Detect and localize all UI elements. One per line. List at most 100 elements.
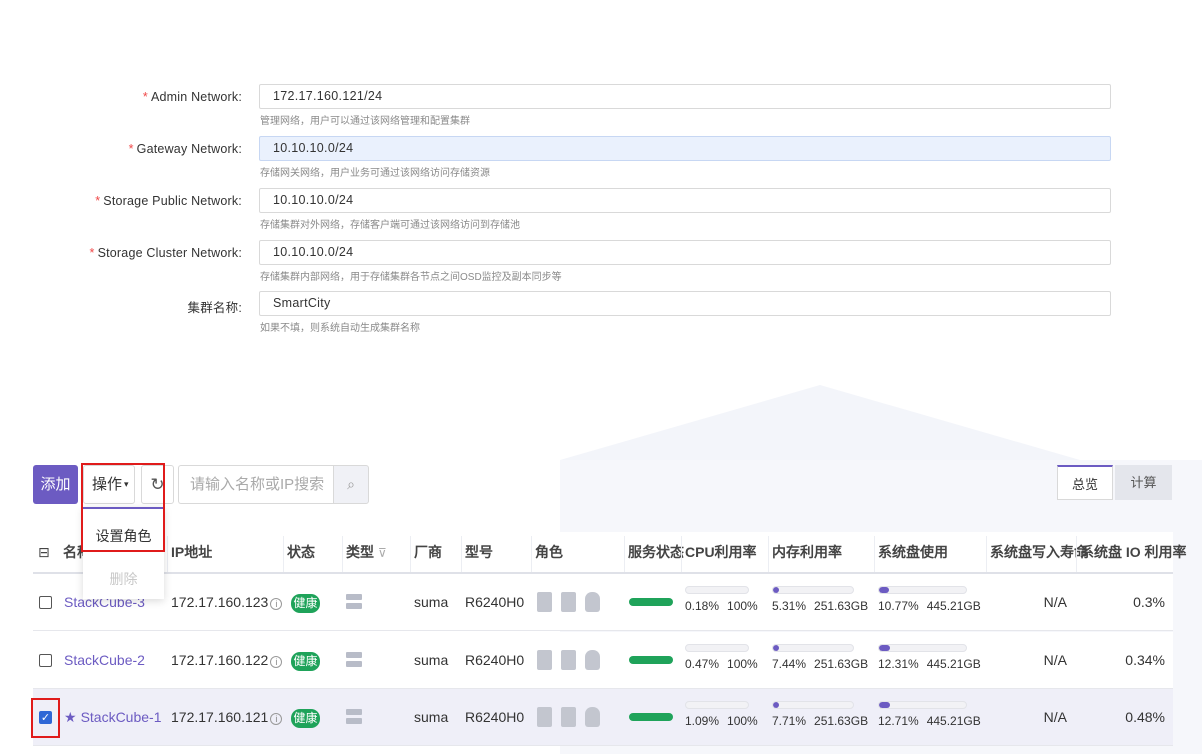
column-separator (283, 536, 284, 572)
add-button[interactable]: 添加 (33, 465, 78, 504)
server-type-icon (346, 652, 362, 667)
service-status-bar (629, 656, 673, 664)
memory-usage-percent: 7.71% (772, 714, 807, 728)
cluster-name-input[interactable]: SmartCity (259, 291, 1111, 316)
info-icon[interactable]: i (270, 656, 283, 668)
host-name-cell[interactable]: ★ StackCube-1 (64, 689, 162, 746)
gateway-role-icon (561, 650, 576, 670)
column-header-label: 系统盘写入寿命 (990, 544, 1088, 560)
required-mark: * (95, 194, 101, 208)
column-header-label: 服务状态 (628, 544, 684, 560)
column-separator (768, 536, 769, 572)
form-row-gateway-network: * Gateway Network: 10.10.10.0/24 存储网关网络，用户业… (0, 136, 1202, 182)
cpu-usage-percent: 0.47% (685, 657, 720, 671)
cpu-usage: 0.18% 100% (685, 586, 769, 620)
model-cell: R6240H0 (465, 709, 525, 725)
info-icon[interactable]: i (270, 598, 283, 610)
info-icon[interactable]: i (270, 713, 283, 725)
required-mark: * (128, 142, 134, 156)
memory-usage: 5.31% 251.63GB (772, 586, 874, 620)
system-disk-usage-text: 10.77% 445.21GB (878, 598, 989, 614)
tab-compute[interactable]: 计算 (1115, 465, 1172, 500)
refresh-button[interactable]: ↻ (141, 465, 174, 504)
cpu-usage-track (685, 701, 749, 709)
column-header-cpu: CPU利用率 (685, 532, 757, 572)
memory-usage-text: 7.44% 251.63GB (772, 656, 876, 672)
storage-role-icon (585, 707, 600, 727)
system-disk-usage-fill (879, 587, 889, 593)
cluster-name-label-text: 集群名称: (187, 301, 242, 315)
column-header-label: 状态 (287, 544, 315, 560)
row-checkbox[interactable]: ✓ (39, 711, 52, 724)
system-disk-usage-percent: 12.31% (878, 657, 919, 671)
host-name-link[interactable]: StackCube-1 (81, 709, 162, 725)
disk-io-cell: 0.34% (1125, 652, 1165, 668)
column-separator (874, 536, 875, 572)
service-status-bar (629, 713, 673, 721)
column-header-disk-life: 系统盘写入寿命 (990, 532, 1088, 572)
cpu-usage-fill (686, 645, 688, 651)
system-disk-usage-total: 445.21GB (926, 714, 981, 728)
search-input[interactable]: 请输入名称或IP搜索 (178, 465, 333, 504)
host-name-link[interactable]: StackCube-2 (64, 652, 145, 668)
storage-cluster-network-label-text: Storage Cluster Network: (97, 246, 242, 260)
menu-item-set-role[interactable]: 设置角色 (83, 526, 164, 546)
cpu-usage-total: 100% (727, 714, 758, 728)
storage-cluster-network-input[interactable]: 10.10.10.0/24 (259, 240, 1111, 265)
table-row[interactable]: ✓ ★ StackCube-1 172.17.160.121 i 健康 suma R6240H… (33, 689, 1173, 746)
table-row[interactable]: StackCube-3 172.17.160.123 i 健康 suma R6240H0 0… (33, 574, 1173, 631)
gateway-network-input[interactable]: 10.10.10.0/24 (259, 136, 1111, 161)
form-row-storage-cluster-network: * Storage Cluster Network: 10.10.10.0/24 存储… (0, 240, 1202, 286)
refresh-icon: ↻ (150, 475, 165, 494)
cpu-usage-text: 0.18% 100% (685, 598, 766, 614)
table-row[interactable]: StackCube-2 172.17.160.122 i 健康 suma R6240H0 0… (33, 632, 1173, 689)
column-header-label: IP地址 (171, 544, 213, 560)
disk-io-cell: 0.48% (1125, 709, 1165, 725)
column-header-label: 类型 (346, 544, 374, 560)
operations-dropdown-menu: 设置角色 删除 (83, 507, 164, 599)
column-header-ip: IP地址 (171, 532, 212, 572)
cpu-usage-percent: 1.09% (685, 714, 720, 728)
column-header-service-status: 服务状态 (628, 532, 684, 572)
system-disk-usage: 12.71% 445.21GB (878, 701, 987, 735)
memory-usage-percent: 5.31% (772, 599, 807, 613)
admin-network-input[interactable]: 172.17.160.121/24 (259, 84, 1111, 109)
operations-dropdown-button[interactable]: 操作 ▾ (83, 465, 135, 504)
column-separator (986, 536, 987, 572)
cpu-usage-total: 100% (727, 599, 758, 613)
system-disk-usage-fill (879, 702, 891, 708)
server-type-icon (346, 709, 362, 724)
select-all-checkbox[interactable]: ⊟ (38, 532, 50, 572)
system-disk-usage-total: 445.21GB (926, 657, 981, 671)
server-type-icon (346, 594, 362, 609)
system-disk-usage: 10.77% 445.21GB (878, 586, 987, 620)
admin-network-hint: 管理网络，用户可以通过该网络管理和配置集群 (260, 116, 470, 127)
row-checkbox[interactable] (39, 654, 52, 667)
cpu-usage-text: 0.47% 100% (685, 656, 766, 672)
form-row-admin-network: * Admin Network: 172.17.160.121/24 管理网络，用户可… (0, 84, 1202, 130)
system-disk-usage-fill (879, 645, 890, 651)
cpu-usage-text: 1.09% 100% (685, 713, 766, 729)
column-header-label: 系统盘使用 (878, 544, 948, 560)
vendor-cell: suma (414, 594, 449, 610)
column-header-system-disk: 系统盘使用 (878, 532, 948, 572)
filter-icon[interactable]: ⊽ (378, 546, 387, 560)
system-disk-usage-text: 12.31% 445.21GB (878, 656, 989, 672)
menu-item-delete: 删除 (109, 571, 138, 587)
storage-public-network-hint: 存储集群对外网络，存储客户端可通过该网络访问到存储池 (260, 220, 520, 231)
column-header-label: 角色 (535, 544, 563, 560)
column-header-role: 角色 (535, 532, 563, 572)
memory-usage-fill (773, 645, 780, 651)
ip-cell: 172.17.160.121 i (171, 689, 283, 746)
vendor-cell: suma (414, 709, 449, 725)
admin-network-label: * Admin Network: (143, 90, 242, 104)
search-button[interactable]: ⌕ (333, 465, 369, 504)
column-header-vendor: 厂商 (414, 532, 442, 572)
memory-usage-percent: 7.44% (772, 657, 807, 671)
row-checkbox[interactable] (39, 596, 52, 609)
tab-overview[interactable]: 总览 (1057, 465, 1113, 500)
storage-cluster-network-label: * Storage Cluster Network: (89, 246, 242, 260)
host-name-cell[interactable]: StackCube-2 (64, 632, 145, 689)
storage-public-network-input[interactable]: 10.10.10.0/24 (259, 188, 1111, 213)
system-disk-usage: 12.31% 445.21GB (878, 644, 987, 678)
